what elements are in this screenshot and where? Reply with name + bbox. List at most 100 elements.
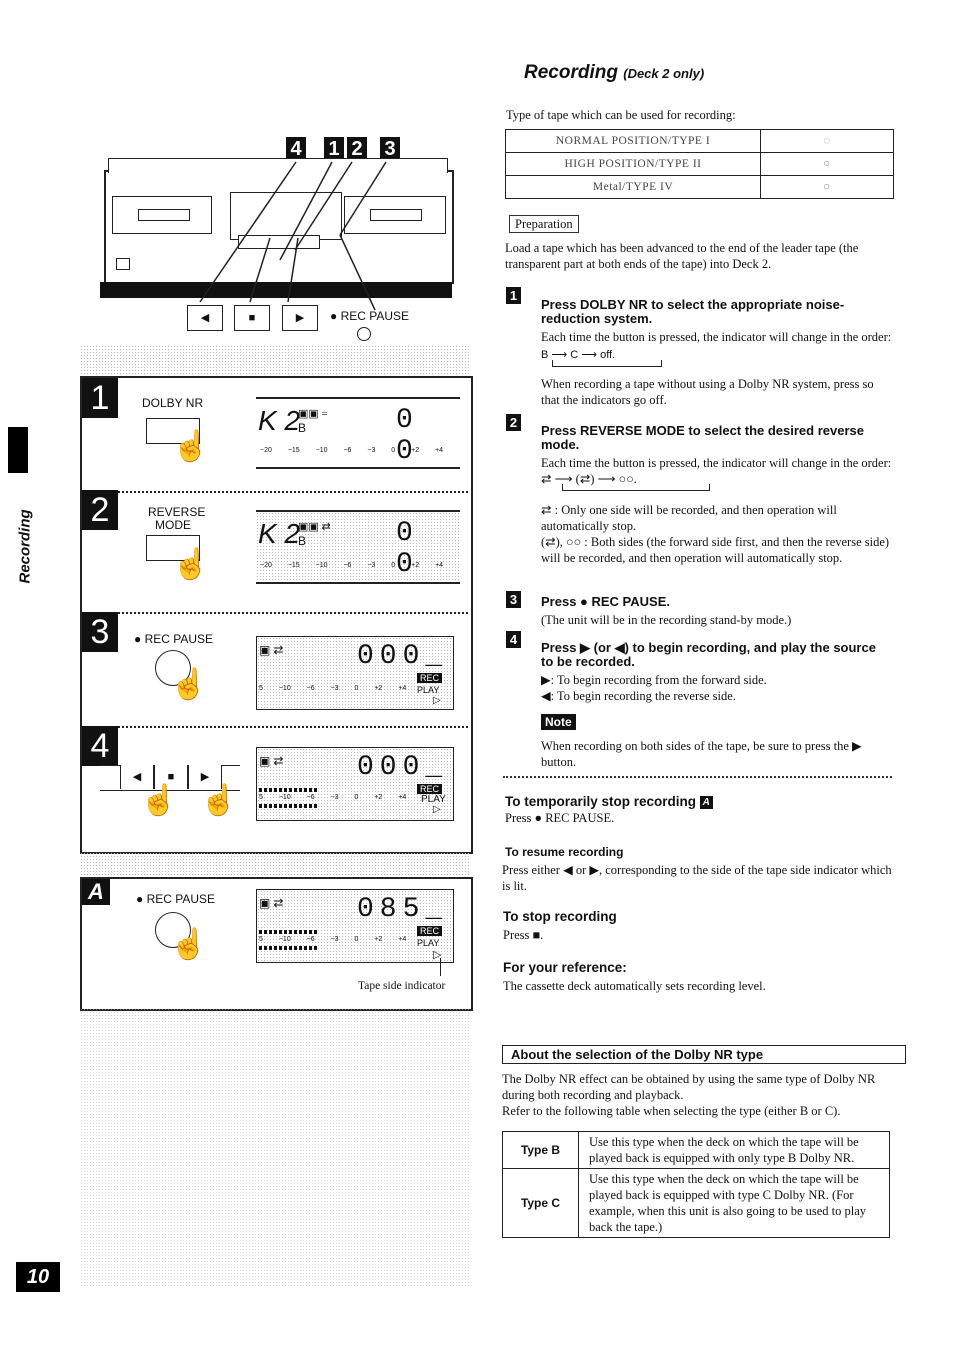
alternate-hand-icon: ☝ — [140, 784, 178, 817]
play-indicator: PLAY — [417, 938, 440, 948]
shading — [80, 1008, 469, 1288]
rec-pause-label: ● REC PAUSE — [134, 632, 214, 646]
dolby-type-desc: Use this type when the deck on which the… — [578, 1168, 890, 1238]
divider — [82, 726, 468, 728]
reference-text: The cassette deck automatically sets rec… — [503, 979, 766, 993]
circle-icon: ○ — [760, 152, 894, 176]
divider — [82, 612, 468, 614]
level-scale: −20 −15 −10 −6 −3 0 +2 +4 — [260, 562, 444, 569]
dolby-type: Type C — [502, 1168, 579, 1238]
display-step-3: ▣ ⇄ 000_ 5 −10 −6 −3 0 +2 +4 REC PLAY ▷ — [256, 636, 454, 710]
rec-indicator: REC — [417, 673, 443, 683]
play-indicator: PLAY — [417, 685, 440, 695]
step-2-description: Each time the button is pressed, the ind… — [541, 456, 892, 470]
mode-desc: : Both sides (the forward side first, an… — [541, 535, 890, 565]
tape-type: Metal/TYPE IV — [505, 175, 761, 199]
step-number-3: 3 — [506, 591, 521, 608]
pressing-hand-icon: ☝ — [170, 928, 208, 961]
pause-heading-text: To temporarily stop recording — [505, 794, 697, 809]
preparation-text: Load a tape which has been advanced to t… — [505, 241, 859, 271]
dolby-logo-icon: ▣▣ = — [298, 408, 328, 420]
table-row: Metal/TYPE IV ○ — [505, 175, 894, 199]
display-pause: ▣ ⇄ 085_ 5 −10 −6 −3 0 +2 +4 REC PLAY ▷ — [256, 889, 454, 963]
cycle-arrow — [552, 360, 662, 367]
circle-icon: ○ — [760, 175, 894, 199]
display-step-4: ▣ ⇄ 000_ 5 −10 −6 −3 0 +2 +4 REC PLAY ▷ — [256, 747, 454, 821]
step-1-text: Each time the button is pressed, the ind… — [541, 329, 894, 363]
mode-one-way: ⇄ : Only one side will be recorded, and … — [541, 502, 894, 534]
resume-heading: To resume recording — [505, 845, 624, 859]
dolby-type: Type B — [502, 1131, 579, 1169]
level-scale: 5 −10 −6 −3 0 +2 +4 — [259, 685, 407, 692]
play-button-callout: ▶ — [282, 305, 318, 331]
panel-tag-a: A — [82, 879, 110, 905]
step-2-text: Each time the button is pressed, the ind… — [541, 456, 892, 486]
pause-tag: A — [699, 795, 713, 809]
step-3-text: (The unit will be in the recording stand… — [541, 613, 792, 627]
tape-counter: 000_ — [357, 752, 449, 783]
order-b: B — [541, 349, 549, 361]
level-meter-left — [259, 930, 319, 934]
shading — [80, 852, 469, 878]
rec-pause-button-callout — [357, 327, 371, 341]
tape-side-caption: Tape side indicator — [358, 980, 446, 992]
panel-step-4: 4 — [82, 726, 118, 766]
note-label: Note — [541, 714, 576, 730]
power-button — [116, 258, 130, 270]
dolby-about-heading: About the selection of the Dolby NR type — [502, 1045, 906, 1064]
dolby-logo-icon: ▣ ⇄ — [259, 896, 284, 910]
panel-step-2: 2 — [82, 490, 118, 530]
step-number-4: 4 — [506, 631, 521, 648]
reverse-icon: (⇄), ○○ — [541, 535, 582, 549]
panel-step-3: 3 — [82, 612, 118, 652]
table-row: Type B Use this type when the deck on wh… — [502, 1131, 890, 1169]
rewind-button-callout: ◀ — [187, 305, 223, 331]
table-row: Type C Use this type when the deck on wh… — [502, 1168, 890, 1238]
level-scale: −20 −15 −10 −6 −3 0 +2 +4 — [260, 447, 444, 454]
note-text: When recording on both sides of the tape… — [541, 739, 862, 769]
step-4-item-forward: ▶: To begin recording from the forward s… — [541, 673, 767, 687]
pressing-hand-icon: ☝ — [172, 430, 210, 463]
dolby-type-table: Type B Use this type when the deck on wh… — [502, 1131, 890, 1238]
side-tab-label: Recording — [16, 509, 34, 584]
reverse-indicator-icon: ▣▣ ⇄ — [298, 521, 331, 533]
dolby-type-desc: Use this type when the deck on which the… — [578, 1131, 890, 1169]
cycle-arrow — [562, 484, 710, 491]
step-3-heading: Press ● REC PAUSE. — [541, 594, 670, 609]
pause-text: Press ● REC PAUSE. — [505, 811, 615, 825]
pause-heading: To temporarily stop recording A — [505, 794, 713, 809]
step-4-heading: Press ▶ (or ◀) to begin recording, and p… — [541, 640, 876, 669]
dolby-b-indicator: B — [298, 421, 307, 435]
dolby-logo-icon: ▣ ⇄ — [259, 754, 284, 768]
stop-heading: To stop recording — [503, 909, 617, 924]
caption-pointer — [440, 958, 441, 976]
title-sub: (Deck 2 only) — [623, 66, 705, 81]
title-main: Recording — [524, 62, 618, 83]
tape-counter: 000_ — [357, 641, 449, 672]
dolby-b-indicator: B — [298, 534, 307, 548]
divider — [82, 491, 468, 493]
panel-step-1: 1 — [82, 378, 118, 418]
step-1-description: Each time the button is pressed, the ind… — [541, 330, 892, 344]
preparation-label: Preparation — [509, 215, 579, 233]
rec-indicator: REC — [417, 926, 443, 936]
display-step-2: K 2 B ▣▣ ⇄ 0 0 −20 −15 −10 −6 −3 0 +2 +4 — [256, 510, 460, 584]
tape-side-indicator: ▷ — [433, 695, 441, 706]
tape-counter: 085_ — [357, 894, 449, 925]
stop-button-callout: ■ — [234, 305, 270, 331]
rec-pause-label: ● REC PAUSE — [136, 892, 216, 906]
pressing-hand-icon: ☝ — [172, 548, 210, 581]
tape-types-intro: Type of tape which can be used for recor… — [506, 108, 736, 122]
level-scale: 5 −10 −6 −3 0 +2 +4 — [259, 936, 407, 943]
table-row: NORMAL POSITION/TYPE I ◌ — [505, 129, 894, 153]
step-4-item-reverse: ◀: To begin recording the reverse side. — [541, 689, 736, 703]
tape-types-table: NORMAL POSITION/TYPE I ◌ HIGH POSITION/T… — [505, 129, 894, 199]
tape-counter: 0 0 — [396, 518, 419, 580]
tape-type: HIGH POSITION/TYPE II — [505, 152, 761, 176]
level-meter-left — [259, 788, 319, 792]
display-step-1: K 2 B ▣▣ = 0 0 −20 −15 −10 −6 −3 0 +2 +4 — [256, 397, 460, 469]
dolby-about-refer: Refer to the following table when select… — [502, 1104, 841, 1118]
level-scale: 5 −10 −6 −3 0 +2 +4 — [259, 794, 407, 801]
dolby-nr-label: DOLBY NR — [142, 396, 204, 410]
mode-desc: : Only one side will be recorded, and th… — [541, 503, 837, 533]
